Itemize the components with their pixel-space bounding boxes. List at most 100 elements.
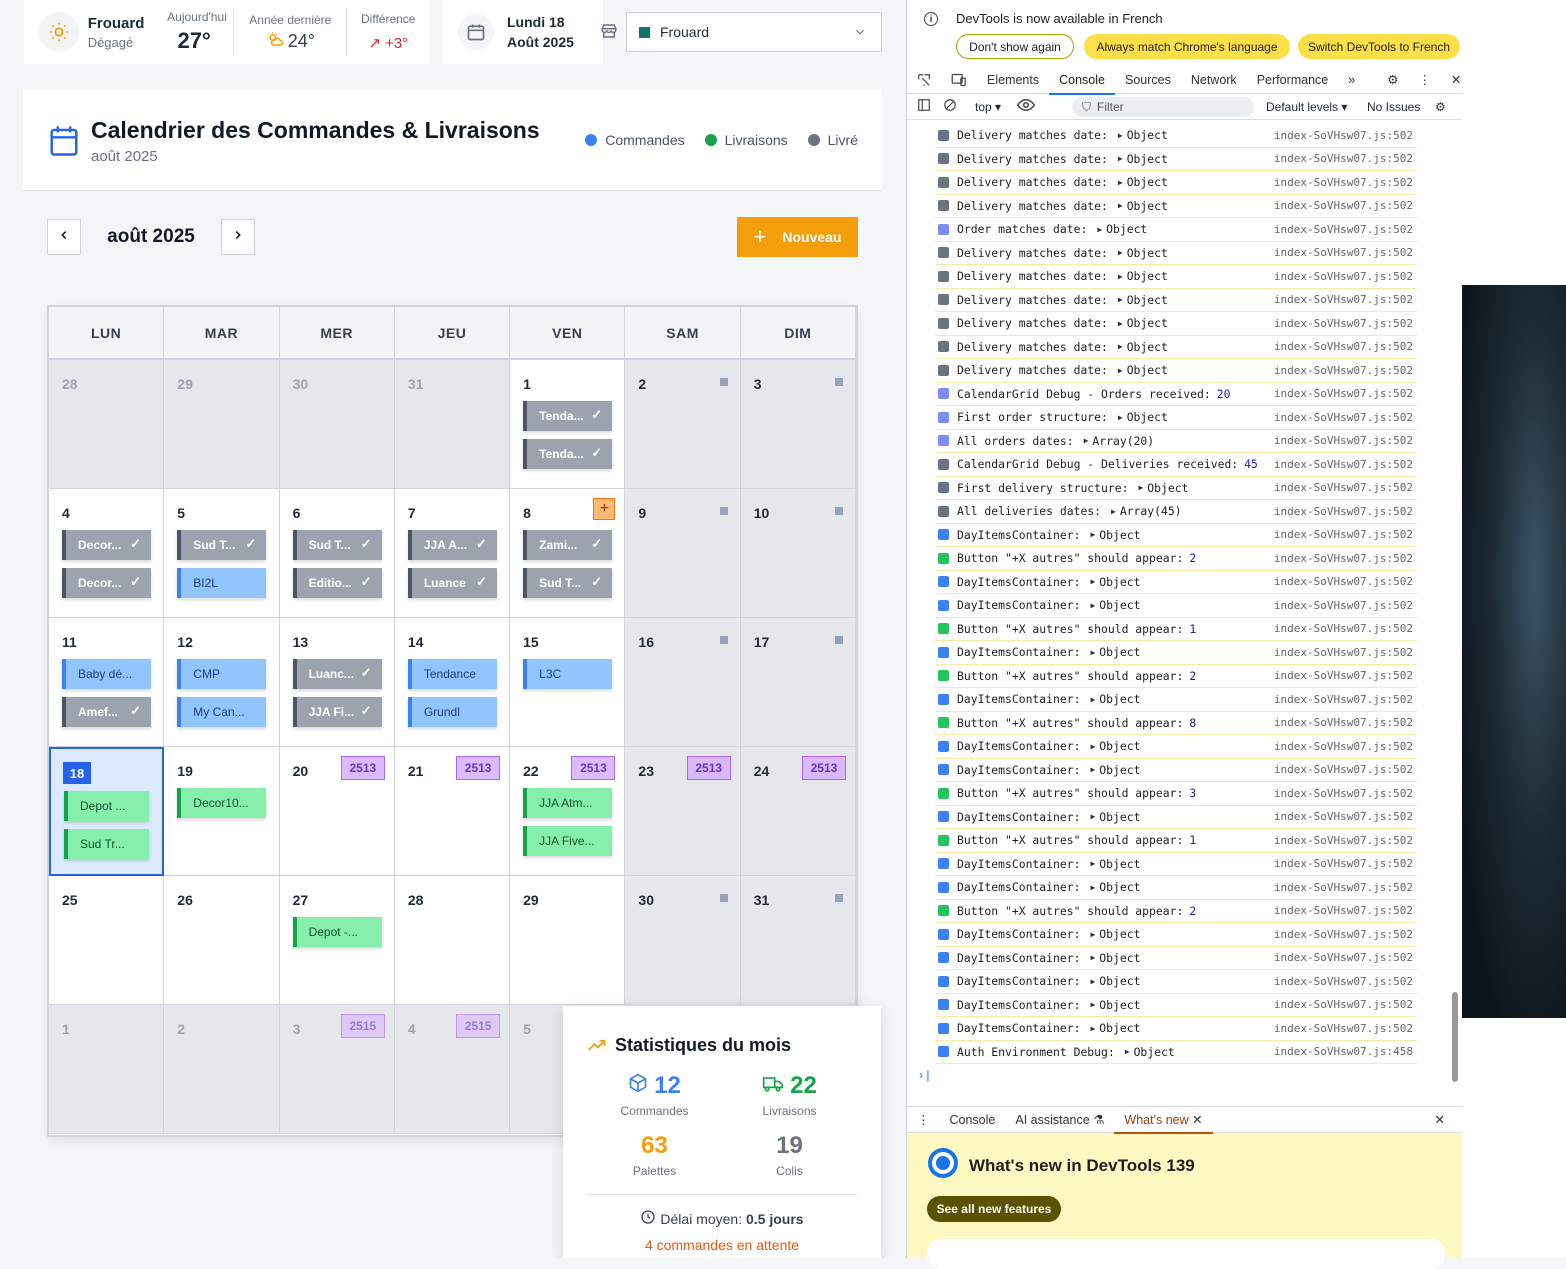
- console-message[interactable]: DayItemsContainer: ▶ Object index-SoVHsw07.…: [935, 735, 1417, 759]
- console-message[interactable]: DayItemsContainer: ▶ Object index-SoVHsw07.…: [935, 688, 1417, 712]
- source-link[interactable]: index-SoVHsw07.js:502: [1274, 552, 1413, 565]
- day-cell[interactable]: 11 Baby dé... Amef... ✓: [49, 618, 165, 747]
- day-cell[interactable]: 23 2513: [625, 747, 741, 876]
- console-message[interactable]: Delivery matches date: ▶ Object index-SoVHs…: [935, 312, 1417, 336]
- console-message[interactable]: Order matches date: ▶ Object index-SoVHsw07…: [935, 218, 1417, 242]
- day-cell[interactable]: 10: [740, 489, 856, 618]
- day-cell[interactable]: 9: [625, 489, 741, 618]
- console-message[interactable]: DayItemsContainer: ▶ Object index-SoVHsw07.…: [935, 806, 1417, 829]
- order-item[interactable]: CMP: [177, 659, 267, 689]
- dont-show-again-button[interactable]: Don't show again: [956, 34, 1074, 59]
- settings-icon[interactable]: ⚙: [1435, 100, 1446, 114]
- week-badge[interactable]: 2513: [686, 756, 731, 780]
- console-object[interactable]: Object: [1127, 199, 1168, 213]
- expand-arrow-icon[interactable]: ▶: [1118, 319, 1123, 328]
- console-message[interactable]: Delivery matches date: ▶ Object index-SoVHs…: [935, 265, 1417, 289]
- close-drawer-icon[interactable]: ✕: [1425, 1107, 1455, 1133]
- console-message[interactable]: Delivery matches date: ▶ Object index-SoVHs…: [935, 359, 1417, 383]
- day-cell[interactable]: 8 + Zami... ✓ Sud T... ✓: [510, 489, 626, 618]
- console-object[interactable]: Object: [1127, 340, 1168, 354]
- console-message[interactable]: Button "+X autres" should appear: 8 index-…: [935, 712, 1417, 735]
- expand-arrow-icon[interactable]: ▶: [1084, 436, 1089, 445]
- expand-arrow-icon[interactable]: ▶: [1118, 342, 1123, 351]
- delivered-item[interactable]: Sud T... ✓: [292, 530, 382, 560]
- week-badge[interactable]: 2513: [571, 756, 616, 780]
- console-prompt[interactable]: › |: [919, 1068, 929, 1082]
- day-cell[interactable]: 1 Tenda... ✓ Tenda... ✓: [510, 360, 626, 489]
- expand-arrow-icon[interactable]: ▶: [1118, 366, 1123, 375]
- delivery-item[interactable]: Decor10...: [177, 788, 267, 818]
- day-cell[interactable]: 30: [279, 360, 395, 489]
- console-message[interactable]: DayItemsContainer: ▶ Object index-SoVHsw07.…: [935, 947, 1417, 970]
- filter-input[interactable]: ⛉ Filter: [1072, 97, 1254, 117]
- console-object[interactable]: Object: [1127, 269, 1168, 283]
- source-link[interactable]: index-SoVHsw07.js:502: [1274, 129, 1413, 142]
- day-cell[interactable]: 13 Luanc... ✓ JJA Fi... ✓: [279, 618, 395, 747]
- console-object[interactable]: Object: [1127, 175, 1168, 189]
- delivered-item[interactable]: JJA Fi... ✓: [292, 697, 382, 727]
- expand-arrow-icon[interactable]: ▶: [1090, 530, 1095, 539]
- order-item[interactable]: My Can...: [177, 697, 267, 727]
- source-link[interactable]: index-SoVHsw07.js:502: [1274, 810, 1413, 823]
- day-cell[interactable]: 24 2513: [740, 747, 856, 876]
- console-message[interactable]: DayItemsContainer: ▶ Object index-SoVHsw07.…: [935, 923, 1417, 947]
- console-object[interactable]: Object: [1099, 575, 1140, 589]
- console-object[interactable]: Object: [1127, 293, 1168, 307]
- day-cell[interactable]: 29: [164, 360, 280, 489]
- console-message[interactable]: DayItemsContainer: ▶ Object index-SoVHsw07.…: [935, 759, 1417, 782]
- day-cell[interactable]: 18 Depot ... Sud Tr...: [49, 747, 165, 876]
- order-item[interactable]: Tendance: [407, 659, 497, 689]
- delivered-item[interactable]: Zami... ✓: [523, 530, 613, 560]
- delivery-item[interactable]: Depot -...: [292, 917, 382, 947]
- console-object[interactable]: Object: [1099, 880, 1140, 894]
- source-link[interactable]: index-SoVHsw07.js:502: [1274, 505, 1413, 518]
- expand-arrow-icon[interactable]: ▶: [1118, 248, 1123, 257]
- day-cell[interactable]: 15 L3C: [510, 618, 626, 747]
- console-message[interactable]: Button "+X autres" should appear: 2 index-…: [935, 900, 1417, 923]
- day-cell[interactable]: 7 JJA A... ✓ Luance ✓: [394, 489, 511, 618]
- source-link[interactable]: index-SoVHsw07.js:502: [1274, 928, 1413, 941]
- console-message[interactable]: Button "+X autres" should appear: 3 index-…: [935, 782, 1417, 806]
- expand-arrow-icon[interactable]: ▶: [1118, 413, 1123, 422]
- source-link[interactable]: index-SoVHsw07.js:502: [1274, 199, 1413, 212]
- expand-arrow-icon[interactable]: ▶: [1090, 1000, 1095, 1009]
- prev-month-button[interactable]: [47, 219, 81, 255]
- source-link[interactable]: index-SoVHsw07.js:502: [1274, 622, 1413, 635]
- console-object[interactable]: Object: [1127, 410, 1168, 424]
- order-item[interactable]: Grundl: [407, 697, 497, 727]
- console-message[interactable]: DayItemsContainer: ▶ Object index-SoVHsw07.…: [935, 571, 1417, 594]
- console-object[interactable]: Object: [1099, 763, 1140, 777]
- week-badge[interactable]: 2515: [456, 1014, 501, 1038]
- expand-arrow-icon[interactable]: ▶: [1118, 154, 1123, 163]
- expand-arrow-icon[interactable]: ▶: [1118, 131, 1123, 140]
- expand-arrow-icon[interactable]: ▶: [1090, 812, 1095, 821]
- tab-elements[interactable]: Elements: [977, 66, 1049, 94]
- delivered-item[interactable]: Tenda... ✓: [523, 439, 613, 469]
- expand-arrow-icon[interactable]: ▶: [1090, 695, 1095, 704]
- match-language-button[interactable]: Always match Chrome's language: [1084, 34, 1290, 59]
- source-link[interactable]: index-SoVHsw07.js:458: [1274, 1045, 1413, 1058]
- expand-arrow-icon[interactable]: ▶: [1090, 648, 1095, 657]
- kebab-menu-icon[interactable]: ⋮: [1408, 66, 1441, 94]
- day-cell[interactable]: 30: [625, 876, 741, 1005]
- day-cell[interactable]: 22 2513 JJA Atm... JJA Five...: [510, 747, 626, 876]
- drawer-tab-whats-new[interactable]: What's new ✕: [1114, 1107, 1213, 1134]
- expand-arrow-icon[interactable]: ▶: [1090, 930, 1095, 939]
- delivery-item[interactable]: JJA Atm...: [523, 788, 613, 818]
- expand-arrow-icon[interactable]: ▶: [1111, 507, 1116, 516]
- console-message[interactable]: All deliveries dates: ▶ Array(45) index-SoV…: [935, 500, 1417, 524]
- console-message[interactable]: DayItemsContainer: ▶ Object index-SoVHsw07.…: [935, 524, 1417, 547]
- day-cell[interactable]: 17: [740, 618, 856, 747]
- day-cell[interactable]: 19 Decor10...: [164, 747, 280, 876]
- store-select[interactable]: Frouard: [626, 12, 882, 52]
- sidebar-toggle-icon[interactable]: [917, 98, 931, 115]
- delivered-item[interactable]: Decor... ✓: [62, 568, 151, 598]
- console-scrollbar[interactable]: [1452, 992, 1458, 1082]
- gear-icon[interactable]: ⚙: [1377, 66, 1408, 94]
- source-link[interactable]: index-SoVHsw07.js:502: [1274, 340, 1413, 353]
- console-message[interactable]: First order structure: ▶ Object index-SoVHs…: [935, 406, 1417, 430]
- day-cell[interactable]: 31: [740, 876, 856, 1005]
- console-message[interactable]: DayItemsContainer: ▶ Object index-SoVHsw07.…: [935, 1017, 1417, 1041]
- delivered-item[interactable]: Amef... ✓: [62, 697, 151, 727]
- source-link[interactable]: index-SoVHsw07.js:502: [1274, 246, 1413, 259]
